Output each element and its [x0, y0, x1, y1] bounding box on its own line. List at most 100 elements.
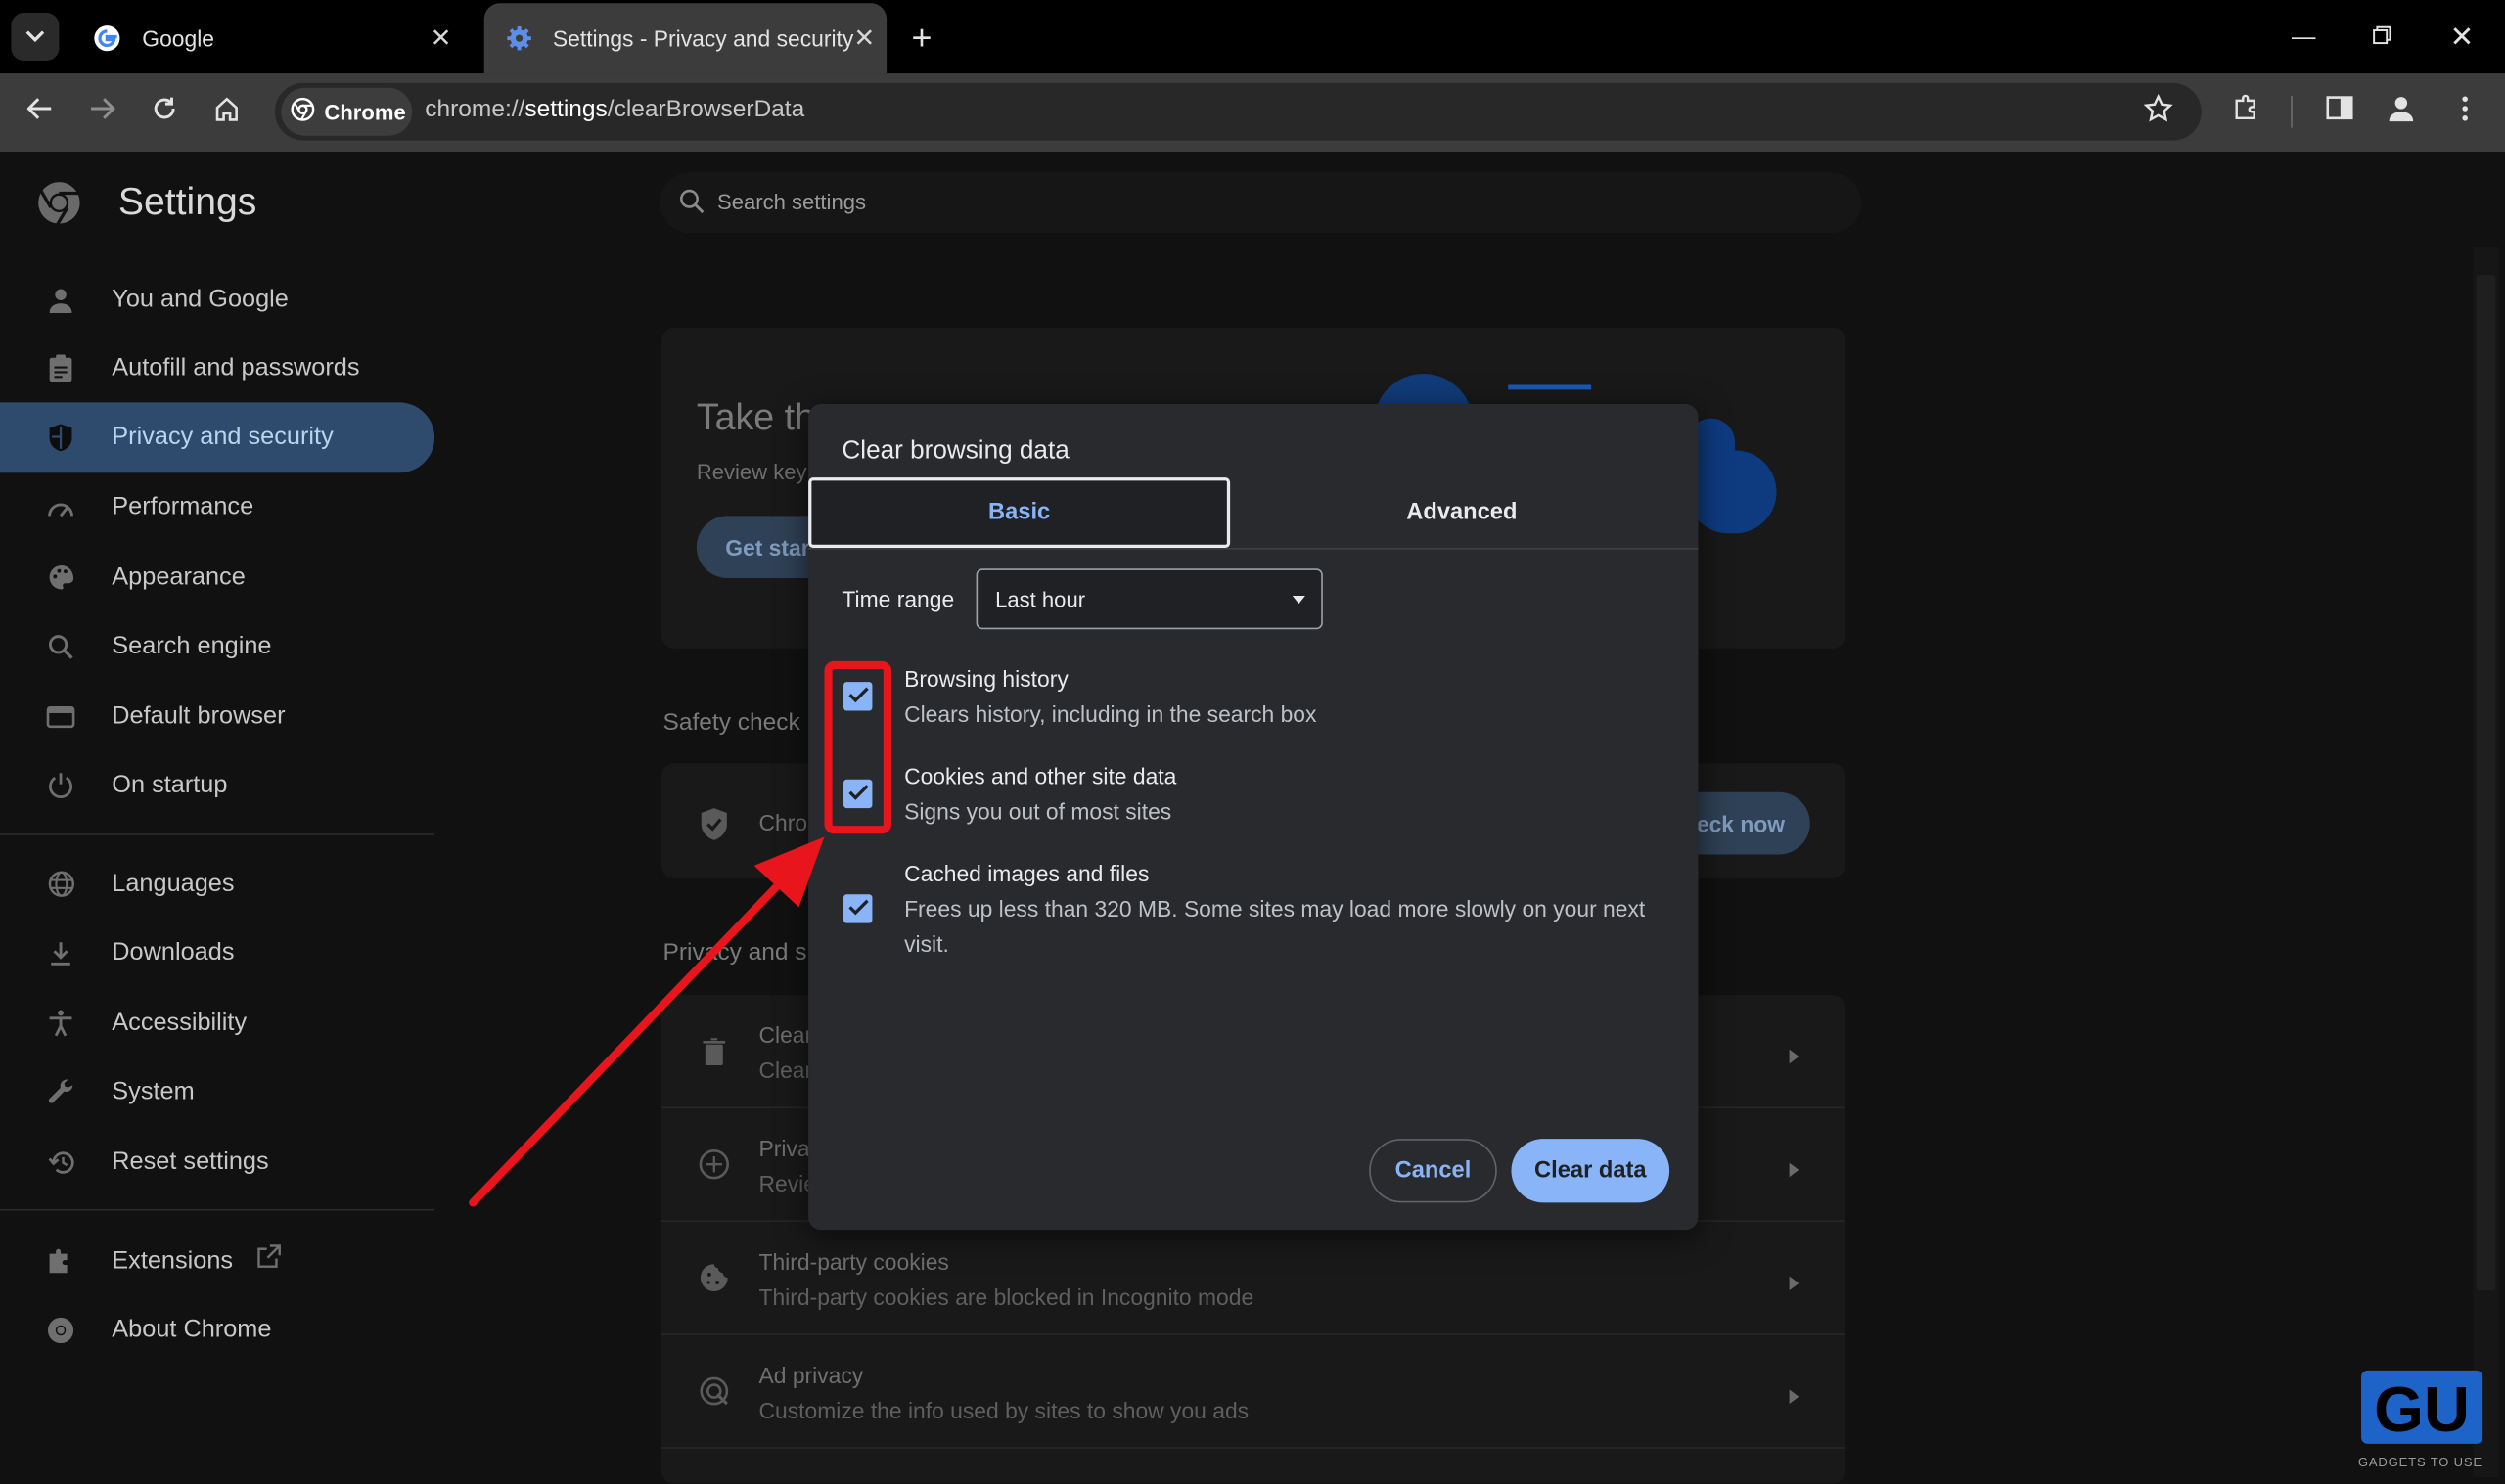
arrow-right-icon — [89, 95, 115, 128]
nav-label: Extensions — [112, 1246, 234, 1275]
row-subtitle: Clear — [758, 1057, 813, 1083]
tab-underline — [808, 547, 1699, 550]
back-button[interactable] — [15, 86, 66, 137]
restore-icon — [2372, 23, 2391, 51]
cancel-button[interactable]: Cancel — [1369, 1139, 1497, 1203]
nav-appearance[interactable]: Appearance — [0, 543, 434, 611]
search-icon — [679, 189, 705, 222]
profile-button[interactable] — [2376, 86, 2427, 137]
nav-divider — [0, 1208, 435, 1211]
nav-default-browser[interactable]: Default browser — [0, 682, 434, 750]
reset-icon — [45, 1146, 77, 1178]
option-subtitle: Frees up less than 320 MB. Some sites ma… — [904, 895, 1646, 957]
minimize-button[interactable]: — — [2267, 10, 2341, 65]
scrollbar-thumb[interactable] — [2476, 274, 2496, 1291]
promo-subtitle-text: Review key — [696, 460, 807, 484]
side-panel-button[interactable] — [2313, 86, 2364, 137]
nav-languages[interactable]: Languages — [0, 850, 434, 919]
clear-data-button[interactable]: Clear data — [1511, 1139, 1670, 1203]
nav-about-chrome[interactable]: About Chrome — [0, 1295, 434, 1364]
toolbar-divider — [2291, 95, 2293, 128]
home-icon — [214, 95, 240, 128]
chrome-logo-icon — [291, 97, 315, 126]
ad-privacy-icon — [698, 1375, 730, 1416]
tab-basic[interactable]: Basic — [808, 477, 1231, 548]
plus-icon: + — [911, 17, 933, 58]
row-title: Third-party cookies — [758, 1248, 949, 1275]
watermark-caption: GADGETS TO USE — [2357, 1455, 2483, 1470]
nav-label: Privacy and security — [112, 423, 334, 451]
nav-you-and-google[interactable]: You and Google — [0, 265, 434, 334]
nav-reset-settings[interactable]: Reset settings — [0, 1128, 434, 1196]
person-icon — [45, 284, 77, 316]
nav-label: Search engine — [112, 631, 272, 659]
nav-performance[interactable]: Performance — [0, 472, 434, 541]
check-now-label: eck now — [1696, 811, 1786, 837]
row-title: Priva — [758, 1135, 810, 1161]
nav-downloads[interactable]: Downloads — [0, 919, 434, 987]
tab-advanced[interactable]: Advanced — [1237, 477, 1687, 548]
cookie-icon — [698, 1262, 730, 1302]
restore-button[interactable] — [2346, 10, 2419, 65]
get-started-label: Get star — [725, 534, 810, 562]
nav-label: System — [112, 1077, 195, 1104]
nav-label: You and Google — [112, 285, 289, 313]
time-range-value: Last hour — [995, 587, 1086, 612]
nav-label: Downloads — [112, 938, 235, 966]
url-text[interactable]: chrome://settings/clearBrowserData — [425, 96, 804, 123]
settings-search-input[interactable]: Search settings — [660, 172, 1862, 234]
nav-search-engine[interactable]: Search engine — [0, 611, 434, 680]
forward-button[interactable] — [76, 86, 127, 137]
menu-button[interactable] — [2439, 86, 2490, 137]
privacy-row-ad-privacy[interactable]: Ad privacy Customize the info used by si… — [661, 1335, 1845, 1447]
nav-autofill[interactable]: Autofill and passwords — [0, 334, 434, 402]
option-title: Cached images and files — [904, 860, 1150, 887]
minimize-icon: — — [2292, 22, 2316, 51]
url-scheme: chrome:// — [425, 95, 525, 123]
google-g-icon — [93, 23, 121, 52]
nav-on-startup[interactable]: On startup — [0, 750, 434, 819]
dropdown-arrow-icon — [1292, 595, 1305, 605]
extensions-button[interactable] — [2220, 86, 2271, 137]
home-button[interactable] — [202, 86, 252, 137]
open-in-new-icon — [255, 1244, 281, 1278]
nav-label: Appearance — [112, 562, 246, 591]
close-tab-icon[interactable]: ✕ — [853, 16, 875, 61]
tab-search-button[interactable] — [11, 13, 60, 62]
side-panel-icon — [2325, 96, 2352, 128]
option-subtitle: Signs you out of most sites — [904, 798, 1172, 825]
nav-extensions[interactable]: Extensions — [0, 1227, 434, 1295]
new-tab-button[interactable]: + — [899, 16, 944, 61]
nav-label: On startup — [112, 770, 228, 798]
reload-button[interactable] — [139, 86, 190, 137]
site-chip-label: Chrome — [324, 100, 406, 124]
close-tab-icon[interactable]: ✕ — [419, 16, 464, 61]
watermark-logo: GU GADGETS TO USE — [2355, 1368, 2486, 1469]
site-chip[interactable]: Chrome — [281, 87, 413, 136]
cached-images-checkbox[interactable] — [843, 894, 873, 923]
globe-icon — [45, 868, 77, 900]
nav-label: Performance — [112, 492, 254, 520]
nav-accessibility[interactable]: Accessibility — [0, 989, 434, 1057]
close-window-button[interactable]: ✕ — [2425, 10, 2498, 65]
promo-title: Take th — [696, 395, 815, 438]
time-range-select[interactable]: Last hour — [976, 568, 1323, 630]
bookmark-button[interactable] — [2133, 86, 2184, 137]
tab-settings[interactable]: Settings - Privacy and security ✕ — [483, 3, 888, 74]
nav-divider — [0, 833, 435, 835]
clear-browsing-data-dialog: Clear browsing data Basic Advanced Time … — [808, 404, 1699, 1231]
privacy-row-third-party-cookies[interactable]: Third-party cookies Third-party cookies … — [661, 1222, 1845, 1333]
clipboard-icon — [45, 352, 77, 384]
compass-icon — [698, 1148, 730, 1189]
row-title: Ad privacy — [758, 1362, 864, 1388]
nav-privacy-and-security[interactable]: Privacy and security — [0, 402, 435, 473]
row-divider — [660, 1447, 1845, 1449]
download-icon — [45, 937, 77, 969]
nav-label: Accessibility — [112, 1009, 248, 1036]
tab-google[interactable]: Google ✕ — [69, 3, 477, 74]
speedometer-icon — [45, 491, 77, 523]
option-subtitle: Clears history, including in the search … — [904, 700, 1317, 727]
settings-title: Settings — [117, 180, 257, 224]
nav-system[interactable]: System — [0, 1057, 434, 1126]
privacy-section-heading: Privacy and s — [662, 938, 807, 967]
